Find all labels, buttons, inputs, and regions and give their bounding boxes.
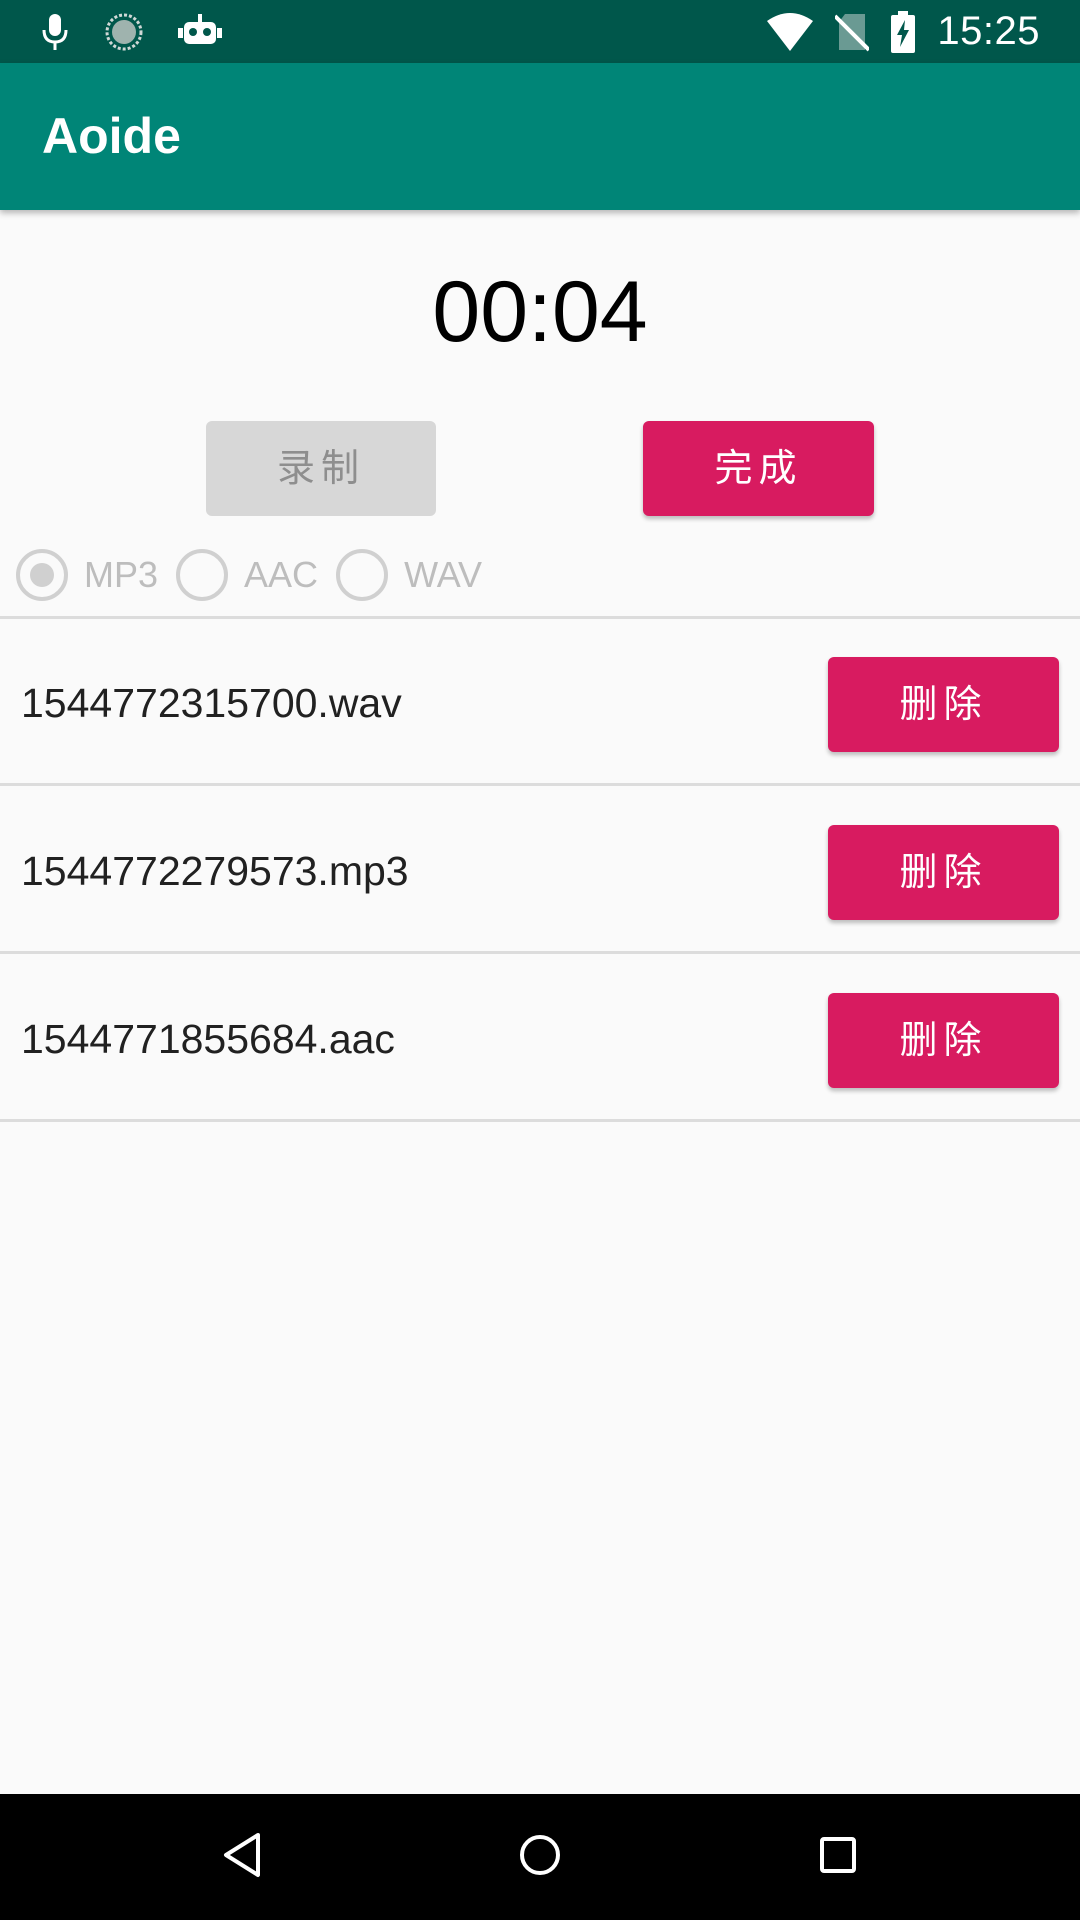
radio-aac[interactable]: AAC <box>176 549 336 601</box>
android-debug-icon <box>178 13 222 50</box>
recents-button[interactable] <box>778 1794 898 1920</box>
app-title: Aoide <box>42 108 181 164</box>
mic-icon <box>40 12 70 52</box>
radio-mp3[interactable]: MP3 <box>16 549 176 601</box>
list-item[interactable]: 1544771855684.aac 删除 <box>0 955 1080 1123</box>
home-icon <box>518 1833 562 1882</box>
divider <box>0 783 1080 786</box>
delete-button[interactable]: 删除 <box>828 657 1059 752</box>
radio-label-mp3: MP3 <box>84 554 159 595</box>
delete-button[interactable]: 删除 <box>828 825 1059 920</box>
delete-button[interactable]: 删除 <box>828 993 1059 1088</box>
no-sim-icon <box>835 12 870 52</box>
radio-unchecked-icon <box>336 549 389 601</box>
status-bar-system: 15:25 <box>767 0 1040 63</box>
record-button[interactable]: 录制 <box>206 421 436 516</box>
loading-icon <box>104 12 144 52</box>
back-icon <box>220 1831 264 1884</box>
done-button[interactable]: 完成 <box>643 421 874 516</box>
recording-file-name: 1544772279573.mp3 <box>21 848 409 894</box>
divider <box>0 951 1080 954</box>
app-bar: Aoide <box>0 63 1080 210</box>
recording-file-name: 1544772315700.wav <box>21 680 402 726</box>
status-time: 15:25 <box>937 9 1040 53</box>
radio-wav[interactable]: WAV <box>336 549 500 601</box>
list-item[interactable]: 1544772315700.wav 删除 <box>0 619 1080 787</box>
status-bar: 15:25 <box>0 0 1080 63</box>
divider <box>0 1119 1080 1122</box>
format-radio-group: MP3 AAC WAV <box>16 547 500 603</box>
wifi-icon <box>767 12 814 51</box>
radio-checked-icon <box>16 549 68 601</box>
navigation-bar <box>0 1794 1080 1920</box>
battery-charging-icon <box>891 10 916 53</box>
list-item[interactable]: 1544772279573.mp3 删除 <box>0 787 1080 955</box>
recording-timer: 00:04 <box>432 264 648 360</box>
recording-file-name: 1544771855684.aac <box>21 1016 395 1062</box>
status-bar-notifications <box>40 0 222 63</box>
radio-unchecked-icon <box>176 549 229 601</box>
radio-label-aac: AAC <box>244 554 319 595</box>
radio-label-wav: WAV <box>404 554 483 595</box>
back-button[interactable] <box>182 1794 302 1920</box>
home-button[interactable] <box>480 1794 600 1920</box>
recents-icon <box>818 1835 858 1880</box>
